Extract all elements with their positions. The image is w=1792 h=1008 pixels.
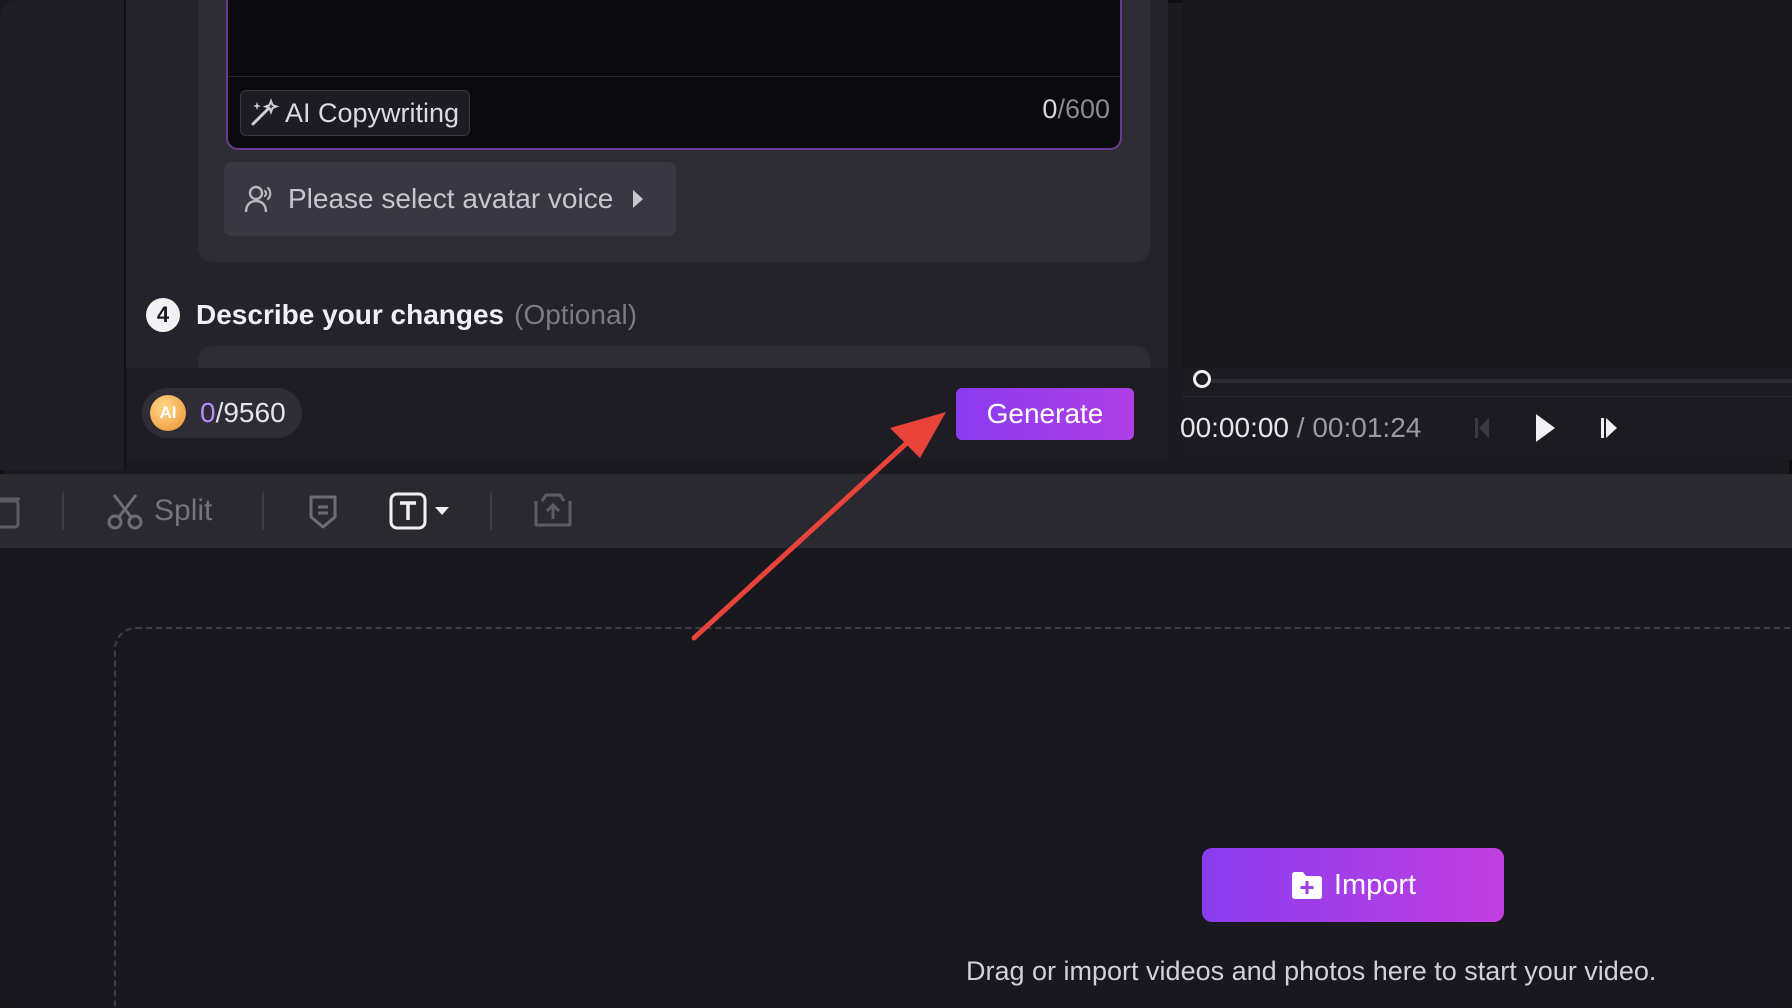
- previous-frame-button[interactable]: [1470, 410, 1496, 446]
- credits-count: 0/9560: [200, 397, 286, 429]
- toolbar-separator: [62, 492, 64, 530]
- text-icon: [388, 491, 428, 531]
- import-button[interactable]: Import: [1202, 848, 1504, 922]
- current-time: 00:00:00: [1180, 412, 1289, 443]
- folder-plus-icon: [1290, 870, 1324, 900]
- marker-button[interactable]: [308, 490, 338, 532]
- preview-screen: [1182, 0, 1792, 368]
- playback-time: 00:00:00 / 00:01:24: [1180, 412, 1421, 444]
- ai-coin-icon: AI: [150, 395, 186, 431]
- text-tool-button[interactable]: [388, 490, 450, 532]
- dropdown-caret-icon: [434, 505, 450, 517]
- drop-zone-hint: Drag or import videos and photos here to…: [966, 956, 1657, 986]
- step-describe-changes: 4 Describe your changes (Optional): [146, 298, 637, 332]
- time-separator: /: [1289, 412, 1313, 443]
- ai-copywriting-button[interactable]: AI Copywriting: [240, 90, 471, 136]
- next-frame-button[interactable]: [1596, 410, 1622, 446]
- avatar-voice-selector[interactable]: Please select avatar voice: [224, 162, 676, 236]
- char-count-max: /600: [1057, 94, 1110, 124]
- scrubber-handle[interactable]: [1193, 370, 1211, 388]
- left-gutter: [0, 0, 126, 470]
- chevron-right-icon: [631, 189, 645, 209]
- split-label: Split: [154, 494, 213, 527]
- credits-total: /9560: [215, 397, 286, 428]
- export-frame-button[interactable]: [532, 490, 574, 532]
- voice-label: Please select avatar voice: [288, 183, 614, 214]
- trash-icon: [0, 491, 22, 531]
- toolbar-separator: [490, 492, 492, 530]
- step-title: Describe your changes: [196, 299, 505, 330]
- split-button[interactable]: Split: [106, 490, 212, 532]
- char-count-current: 0: [1042, 94, 1058, 124]
- script-textarea[interactable]: AI Copywriting 0/600: [226, 0, 1122, 150]
- textarea-divider: [228, 76, 1120, 77]
- import-label: Import: [1333, 868, 1417, 901]
- character-counter: 0/600: [1042, 94, 1110, 125]
- generate-button[interactable]: Generate: [956, 388, 1134, 440]
- playback-scrubber[interactable]: [1204, 379, 1792, 383]
- shield-marker-icon: [308, 491, 338, 531]
- ai-credits-badge: AI 0/9560: [142, 388, 302, 438]
- delete-button[interactable]: [0, 490, 22, 532]
- play-button[interactable]: [1530, 410, 1560, 446]
- timeline-toolbar: [0, 474, 1792, 548]
- total-time: 00:01:24: [1312, 412, 1422, 443]
- magic-wand-icon: [249, 98, 281, 128]
- step-number-badge: 4: [146, 298, 180, 332]
- media-drop-zone[interactable]: [114, 627, 1792, 1008]
- preview-divider: [1182, 396, 1792, 397]
- credits-used: 0: [200, 397, 216, 428]
- toolbar-separator: [262, 492, 264, 530]
- app-window: AI Copywriting 0/600 Please select avata…: [0, 0, 1792, 1008]
- voice-person-icon: [244, 184, 276, 214]
- step-optional-label: (Optional): [514, 299, 638, 330]
- ai-copywriting-label: AI Copywriting: [285, 97, 460, 128]
- scissors-icon: [106, 491, 144, 531]
- upload-box-icon: [532, 491, 574, 531]
